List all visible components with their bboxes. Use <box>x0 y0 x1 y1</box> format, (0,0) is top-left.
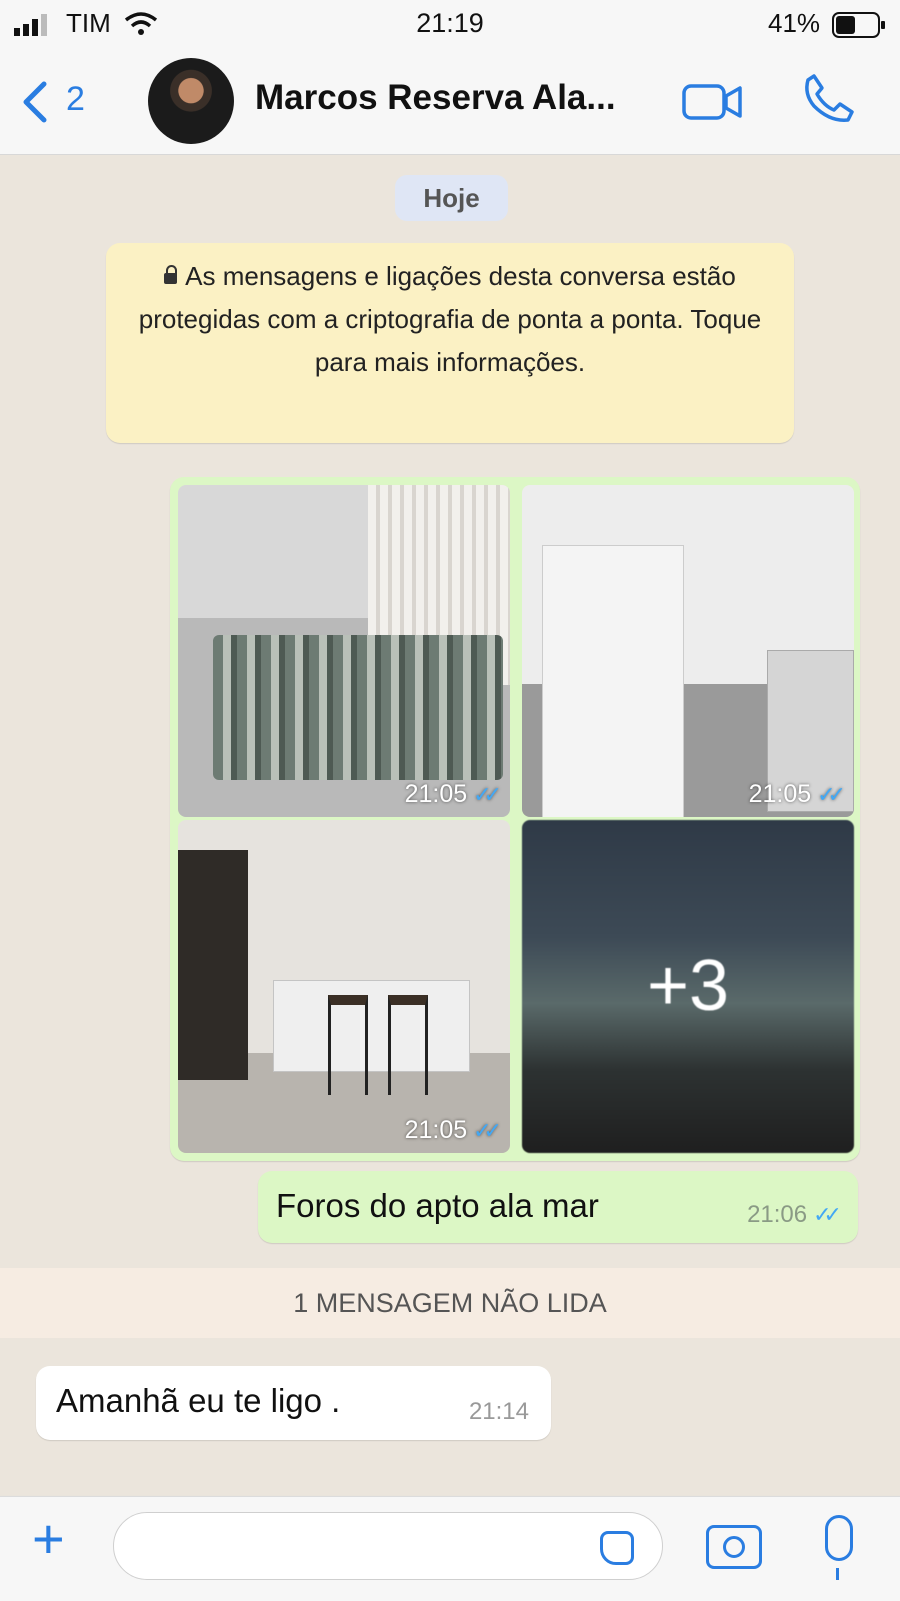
unread-banner: 1 MENSAGEM NÃO LIDA <box>0 1268 900 1338</box>
photo-time: 21:05 <box>404 780 468 808</box>
back-chevron-icon[interactable] <box>20 80 50 124</box>
encryption-notice[interactable]: As mensagens e ligações desta conversa e… <box>106 243 794 443</box>
video-call-icon[interactable] <box>682 82 744 122</box>
outgoing-message[interactable]: Foros do apto ala mar 21:06 ✓✓ <box>258 1171 858 1243</box>
input-bar: + <box>0 1496 900 1601</box>
more-photos-count: +3 <box>646 946 730 1026</box>
status-time: 21:19 <box>416 8 484 38</box>
message-input[interactable] <box>113 1512 663 1580</box>
photo-living-room[interactable]: 21:05 ✓✓ <box>178 820 510 1153</box>
contact-name[interactable]: Marcos Reserva Ala... <box>255 78 616 118</box>
status-bar: TIM 21:19 41% <box>0 0 900 48</box>
voice-call-icon[interactable] <box>800 70 856 126</box>
photo-album-bubble: 21:05 ✓✓ 21:05 ✓✓ 21:05 ✓✓ +3 <box>170 477 860 1161</box>
message-text: Foros do apto ala mar <box>276 1187 599 1224</box>
read-ticks-icon: ✓✓ <box>473 1118 502 1143</box>
date-pill: Hoje <box>395 175 508 221</box>
camera-icon[interactable] <box>706 1525 762 1569</box>
photo-kitchen[interactable]: 21:05 ✓✓ <box>522 485 854 817</box>
photo-time: 21:05 <box>404 1116 468 1144</box>
battery-icon <box>832 12 885 38</box>
read-ticks-icon: ✓✓ <box>817 782 846 807</box>
sticker-icon[interactable] <box>600 1531 634 1565</box>
plus-icon[interactable]: + <box>32 1511 65 1567</box>
message-time: 21:14 <box>468 1398 529 1425</box>
microphone-icon[interactable] <box>825 1515 853 1580</box>
lock-icon <box>164 265 178 284</box>
photo-time: 21:05 <box>748 780 812 808</box>
encryption-notice-text: As mensagens e ligações desta conversa e… <box>138 261 762 377</box>
message-time: 21:06 <box>747 1201 808 1228</box>
photo-more[interactable]: +3 <box>522 820 854 1153</box>
avatar[interactable] <box>148 58 234 144</box>
back-unread-count[interactable]: 2 <box>66 80 85 119</box>
message-text: Amanhã eu te ligo . <box>56 1382 341 1419</box>
incoming-message[interactable]: Amanhã eu te ligo . 21:14 <box>36 1366 551 1440</box>
read-ticks-icon: ✓✓ <box>813 1202 842 1227</box>
photo-bedroom[interactable]: 21:05 ✓✓ <box>178 485 510 817</box>
battery-percent: 41% <box>768 8 821 38</box>
chat-header: 2 Marcos Reserva Ala... <box>0 48 900 155</box>
read-ticks-icon: ✓✓ <box>473 782 502 807</box>
